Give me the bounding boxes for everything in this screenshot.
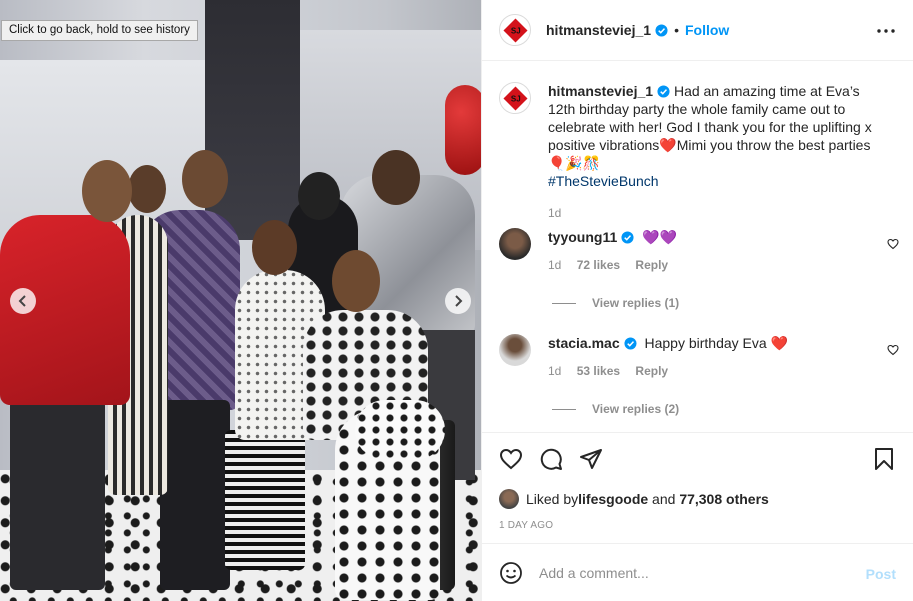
comment-likes[interactable]: 53 likes (577, 364, 620, 378)
action-bar (499, 447, 619, 471)
comment-time[interactable]: 1d (548, 364, 561, 378)
photo-person-head (82, 160, 132, 222)
comment-avatar[interactable] (499, 228, 531, 260)
photo-person-head (182, 150, 228, 208)
post-side-panel: SJ hitmansteviej_1 • Follow SJ hitmanste… (481, 0, 913, 601)
view-replies-label: View replies (2) (592, 402, 680, 416)
comment-like-heart-icon[interactable] (887, 238, 899, 250)
comment-text: Happy birthday Eva ❤️ (644, 335, 789, 351)
back-arrow-icon (18, 295, 26, 307)
photo-person-head (372, 150, 420, 205)
replies-divider (552, 408, 576, 410)
author-avatar[interactable]: SJ (499, 14, 531, 46)
author-logo-text: SJ (510, 25, 520, 35)
comment-item: tyyoung11 💜💜 1d 72 likes Reply (499, 228, 899, 272)
caption-username[interactable]: hitmansteviej_1 (548, 83, 653, 99)
bookmark-icon[interactable] (872, 447, 896, 471)
photo-person-legs (225, 430, 305, 570)
more-icon[interactable] (876, 22, 896, 40)
comment-item: stacia.mac Happy birthday Eva ❤️ 1d 53 l… (499, 334, 899, 378)
comment-time[interactable]: 1d (548, 258, 561, 272)
likes-middle: and (648, 491, 680, 507)
comment-likes[interactable]: 72 likes (577, 258, 620, 272)
add-comment-input[interactable] (539, 564, 839, 581)
liker-username[interactable]: lifesgoode (578, 491, 648, 507)
comment-like-heart-icon[interactable] (887, 344, 899, 356)
photo-person-head (298, 172, 340, 220)
replies-divider (552, 302, 576, 304)
author-logo-text: SJ (510, 93, 520, 103)
browser-tooltip: Click to go back, hold to see history (1, 20, 198, 41)
photo-balloons (445, 85, 481, 175)
post-date[interactable]: 1 DAY AGO (499, 520, 553, 531)
view-replies-button[interactable]: View replies (2) (552, 402, 679, 416)
comment-text-line: tyyoung11 💜💜 (548, 228, 680, 246)
comment-icon[interactable] (539, 447, 563, 471)
carousel-next-button[interactable] (445, 288, 471, 314)
post-actions-section: Liked by lifesgoode and 77,308 others 1 … (482, 432, 913, 543)
likes-prefix: Liked by (526, 491, 579, 507)
caption-timestamp[interactable]: 1d (548, 204, 888, 222)
likes-summary: Liked by lifesgoode and 77,308 others (499, 489, 769, 509)
caption-heart-emoji: ❤️ (659, 137, 677, 153)
comment-reply-button[interactable]: Reply (635, 364, 668, 378)
photo-person-head (128, 165, 166, 213)
caption-text: hitmansteviej_1 Had an amazing time at E… (548, 82, 888, 222)
author-logo-icon: SJ (502, 17, 528, 43)
comment-body: tyyoung11 💜💜 1d 72 likes Reply (548, 228, 680, 272)
caption-party-emoji: 🎈🎉🎊 (548, 155, 601, 171)
post-comment-button[interactable]: Post (866, 566, 896, 582)
photo-person-head (252, 220, 297, 275)
post-header: SJ hitmansteviej_1 • Follow (482, 0, 913, 61)
photo-person-legs (10, 400, 105, 590)
comment-text-line: stacia.mac Happy birthday Eva ❤️ (548, 334, 788, 352)
comment-body: stacia.mac Happy birthday Eva ❤️ 1d 53 l… (548, 334, 788, 378)
likes-count[interactable]: 77,308 others (679, 491, 769, 507)
post-photo[interactable]: Click to go back, hold to see history (0, 0, 481, 601)
heart-icon[interactable] (499, 447, 523, 471)
verified-icon (655, 23, 668, 37)
emoji-icon[interactable] (499, 561, 523, 585)
comment-avatar[interactable] (499, 334, 531, 366)
verified-icon (624, 337, 637, 350)
forward-arrow-icon (455, 295, 463, 307)
separator-dot: • (674, 22, 679, 38)
share-icon[interactable] (579, 447, 603, 471)
photo-pillar (205, 0, 300, 240)
photo-dalmatian-head (355, 400, 445, 460)
author-logo-icon: SJ (502, 85, 528, 111)
photo-person-legs (160, 400, 230, 590)
add-comment-bar: Post (482, 543, 913, 601)
liker-avatar[interactable] (499, 489, 519, 509)
photo-person-head (332, 250, 380, 312)
view-replies-label: View replies (1) (592, 296, 680, 310)
view-replies-button[interactable]: View replies (1) (552, 296, 679, 310)
verified-icon (621, 231, 634, 244)
follow-button[interactable]: Follow (685, 22, 729, 38)
comment-username[interactable]: stacia.mac (548, 335, 620, 351)
carousel-prev-button[interactable] (10, 288, 36, 314)
comment-meta: 1d 72 likes Reply (548, 258, 680, 272)
header-title: hitmansteviej_1 • Follow (546, 22, 729, 38)
caption-author-avatar[interactable]: SJ (499, 82, 531, 114)
comment-meta: 1d 53 likes Reply (548, 364, 788, 378)
comment-username[interactable]: tyyoung11 (548, 229, 617, 245)
caption-hashtag[interactable]: #TheStevieBunch (548, 173, 659, 189)
post-caption: SJ hitmansteviej_1 Had an amazing time a… (499, 82, 899, 222)
verified-icon (657, 85, 670, 98)
author-username[interactable]: hitmansteviej_1 (546, 22, 651, 38)
comment-text: 💜💜 (642, 229, 678, 245)
comment-reply-button[interactable]: Reply (635, 258, 668, 272)
caption-body-2: Mimi you throw the best parties (676, 137, 871, 153)
